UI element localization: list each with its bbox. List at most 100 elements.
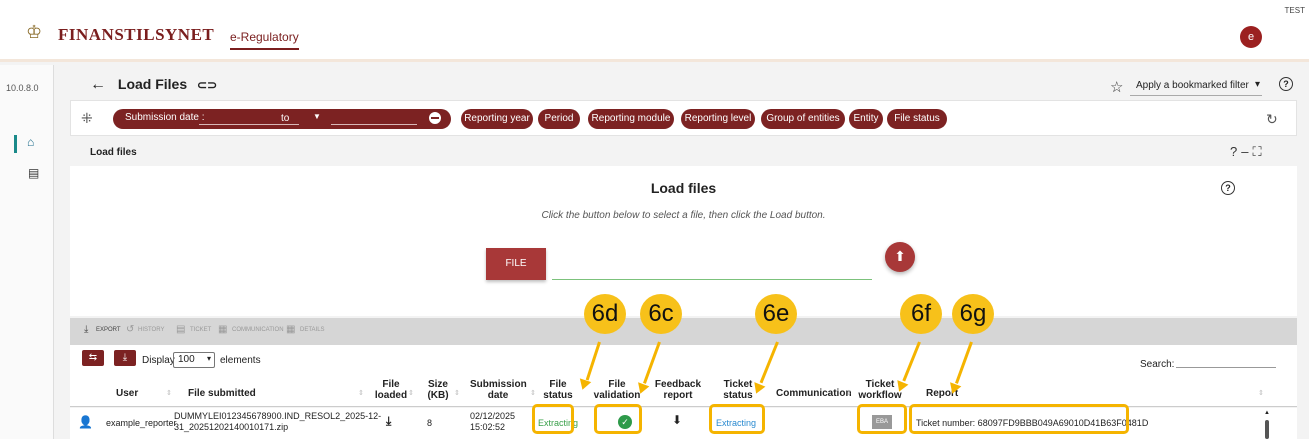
table-controls: ⇆ ⤓ Display 100 ▾ elements Search: xyxy=(70,345,1297,375)
refresh-icon[interactable]: ↻ xyxy=(1266,111,1278,128)
col-size-l1: Size xyxy=(427,379,448,390)
scroll-thumb[interactable] xyxy=(1265,420,1269,439)
communication-button[interactable]: COMMUNICATION xyxy=(232,327,284,333)
date-to-input[interactable] xyxy=(331,124,417,125)
submission-date-label: Submission date : xyxy=(125,112,205,123)
filter-group-of-entities[interactable]: Group of entities xyxy=(761,109,845,129)
top-bar: ♔ FINANSTILSYNET e-Regulatory TEST e xyxy=(0,0,1309,62)
chevron-down-icon: ▾ xyxy=(206,354,211,363)
filter-reporting-level[interactable]: Reporting level xyxy=(681,109,755,129)
export-button[interactable]: EXPORT xyxy=(96,327,121,333)
tab-e-regulatory[interactable]: e-Regulatory xyxy=(230,30,299,50)
filter-file-status[interactable]: File status xyxy=(887,109,947,129)
scroll-up-icon[interactable]: ▲ xyxy=(1264,410,1270,416)
sort-icon[interactable]: ⇕ xyxy=(358,389,364,397)
panel-window-controls: ?–⛶ xyxy=(1230,144,1266,160)
cell-size: 8 xyxy=(427,418,433,428)
annotation-6e: 6e xyxy=(755,294,797,334)
panel-header: Load files xyxy=(70,141,1297,163)
scrollbar[interactable]: ▲ xyxy=(1263,410,1271,439)
col-feedback-report[interactable]: Feedback report xyxy=(654,379,702,401)
avatar[interactable]: e xyxy=(1240,26,1262,48)
highlight-file-validation xyxy=(594,404,642,434)
cell-submission-date: 02/12/2025 15:02:52 xyxy=(470,411,515,433)
minimize-icon[interactable]: – xyxy=(1241,144,1252,159)
cell-date-l2: 15:02:52 xyxy=(470,422,506,432)
sort-icon[interactable]: ⇕ xyxy=(1258,389,1264,397)
feedback-report-icon[interactable]: ⬇ xyxy=(672,414,682,426)
col-size[interactable]: Size (KB) xyxy=(424,379,452,401)
col-user[interactable]: User xyxy=(116,388,138,399)
file-name-input[interactable] xyxy=(552,279,872,280)
annotation-6c: 6c xyxy=(640,294,682,334)
table-toolbar: ⤓ EXPORT ↺ HISTORY ▤ TICKET ▦ COMMUNICAT… xyxy=(70,318,1297,345)
file-select-button[interactable]: FILE xyxy=(486,248,546,280)
upload-icon[interactable]: ⬆ xyxy=(885,242,915,272)
chat-icon[interactable]: ▤ xyxy=(28,166,39,180)
col-submission-date[interactable]: Submission date xyxy=(470,379,527,401)
table-header: User ⇕ File submitted ⇕ File loaded ⇕ Siz… xyxy=(70,375,1297,407)
cell-file-submitted: DUMMYLEI012345678900.IND_RESOL2_2025-12-… xyxy=(174,411,381,433)
fullscreen-icon[interactable]: ⛶ xyxy=(1252,144,1265,159)
load-files-panel: Load files Click the button below to sel… xyxy=(70,166,1297,316)
brand-logo[interactable]: FINANSTILSYNET xyxy=(58,25,214,45)
search-input[interactable] xyxy=(1176,367,1276,368)
col-communication[interactable]: Communication xyxy=(776,388,852,399)
link-icon[interactable]: ⊂⊃ xyxy=(197,78,217,92)
star-icon[interactable]: ☆ xyxy=(1110,78,1123,96)
history-button[interactable]: HISTORY xyxy=(138,327,164,333)
col-ts-l1: Ticket xyxy=(723,379,753,390)
filter-reporting-module[interactable]: Reporting module xyxy=(588,109,674,129)
download-icon[interactable]: ⤓ xyxy=(84,324,88,335)
col-date-l1: Submission xyxy=(470,379,527,390)
details-button[interactable]: DETAILS xyxy=(300,327,325,333)
panel-header-title: Load files xyxy=(90,147,137,158)
user-icon: 👤 xyxy=(78,415,93,429)
cell-file-l1: DUMMYLEI012345678900.IND_RESOL2_2025-12- xyxy=(174,411,382,421)
download-icon[interactable]: ⤓ xyxy=(386,415,391,427)
sort-icon[interactable]: ⇕ xyxy=(166,389,172,397)
sort-icon[interactable]: ⇕ xyxy=(408,389,414,397)
filter-reporting-year[interactable]: Reporting year xyxy=(461,109,533,129)
chevron-down-icon: ▾ xyxy=(1254,79,1260,90)
col-file-loaded-l1: File xyxy=(382,379,400,390)
col-fv-l2: validation xyxy=(593,390,641,401)
env-badge: TEST xyxy=(1284,6,1305,15)
crown-icon: ♔ xyxy=(26,22,43,42)
submission-date-filter[interactable]: Submission date : to ▼ xyxy=(113,109,451,129)
help-icon[interactable]: ? xyxy=(1221,181,1235,195)
bookmark-filter-value: Apply a bookmarked filter xyxy=(1136,80,1249,91)
page-size-value: 100 xyxy=(178,354,195,365)
sort-icon[interactable]: ⇕ xyxy=(530,389,536,397)
load-files-hint: Click the button below to select a file,… xyxy=(541,210,826,221)
filter-period[interactable]: Period xyxy=(538,109,580,129)
ticket-button[interactable]: TICKET xyxy=(190,327,211,333)
col-file-submitted[interactable]: File submitted xyxy=(188,388,256,399)
remove-filter-icon[interactable] xyxy=(427,110,443,126)
help-icon[interactable]: ? xyxy=(1279,77,1293,91)
back-arrow-icon[interactable]: ← xyxy=(90,76,106,93)
filter-entity[interactable]: Entity xyxy=(849,109,883,129)
help-icon[interactable]: ? xyxy=(1230,144,1241,159)
display-label: Display xyxy=(142,355,175,366)
filter-settings-icon[interactable]: ⁜ xyxy=(81,110,93,127)
filter-toggle-button[interactable]: ⇆ xyxy=(82,350,104,366)
home-icon[interactable]: ⌂ xyxy=(14,135,44,153)
chevron-down-icon[interactable]: ▼ xyxy=(313,112,321,121)
date-from-input[interactable] xyxy=(199,124,299,125)
col-fs-l1: File xyxy=(549,379,567,390)
page-size-select[interactable]: 100 ▾ xyxy=(173,352,215,368)
col-file-status[interactable]: File status xyxy=(538,379,578,401)
version-label: 10.0.8.0 xyxy=(6,83,39,93)
load-files-title: Load files xyxy=(650,180,717,196)
bookmark-filter-select[interactable]: Apply a bookmarked filter ▾ xyxy=(1130,78,1262,96)
page-title: Load Files xyxy=(117,76,188,92)
sort-icon[interactable]: ⇕ xyxy=(846,389,852,397)
download-button[interactable]: ⤓ xyxy=(114,350,136,366)
col-file-loaded[interactable]: File loaded xyxy=(374,379,408,401)
col-tw-l1: Ticket xyxy=(865,379,895,390)
sort-icon[interactable]: ⇕ xyxy=(454,389,460,397)
col-size-l2: (KB) xyxy=(427,390,449,401)
col-date-l2: date xyxy=(487,390,509,401)
cell-date-l1: 02/12/2025 xyxy=(470,411,516,421)
